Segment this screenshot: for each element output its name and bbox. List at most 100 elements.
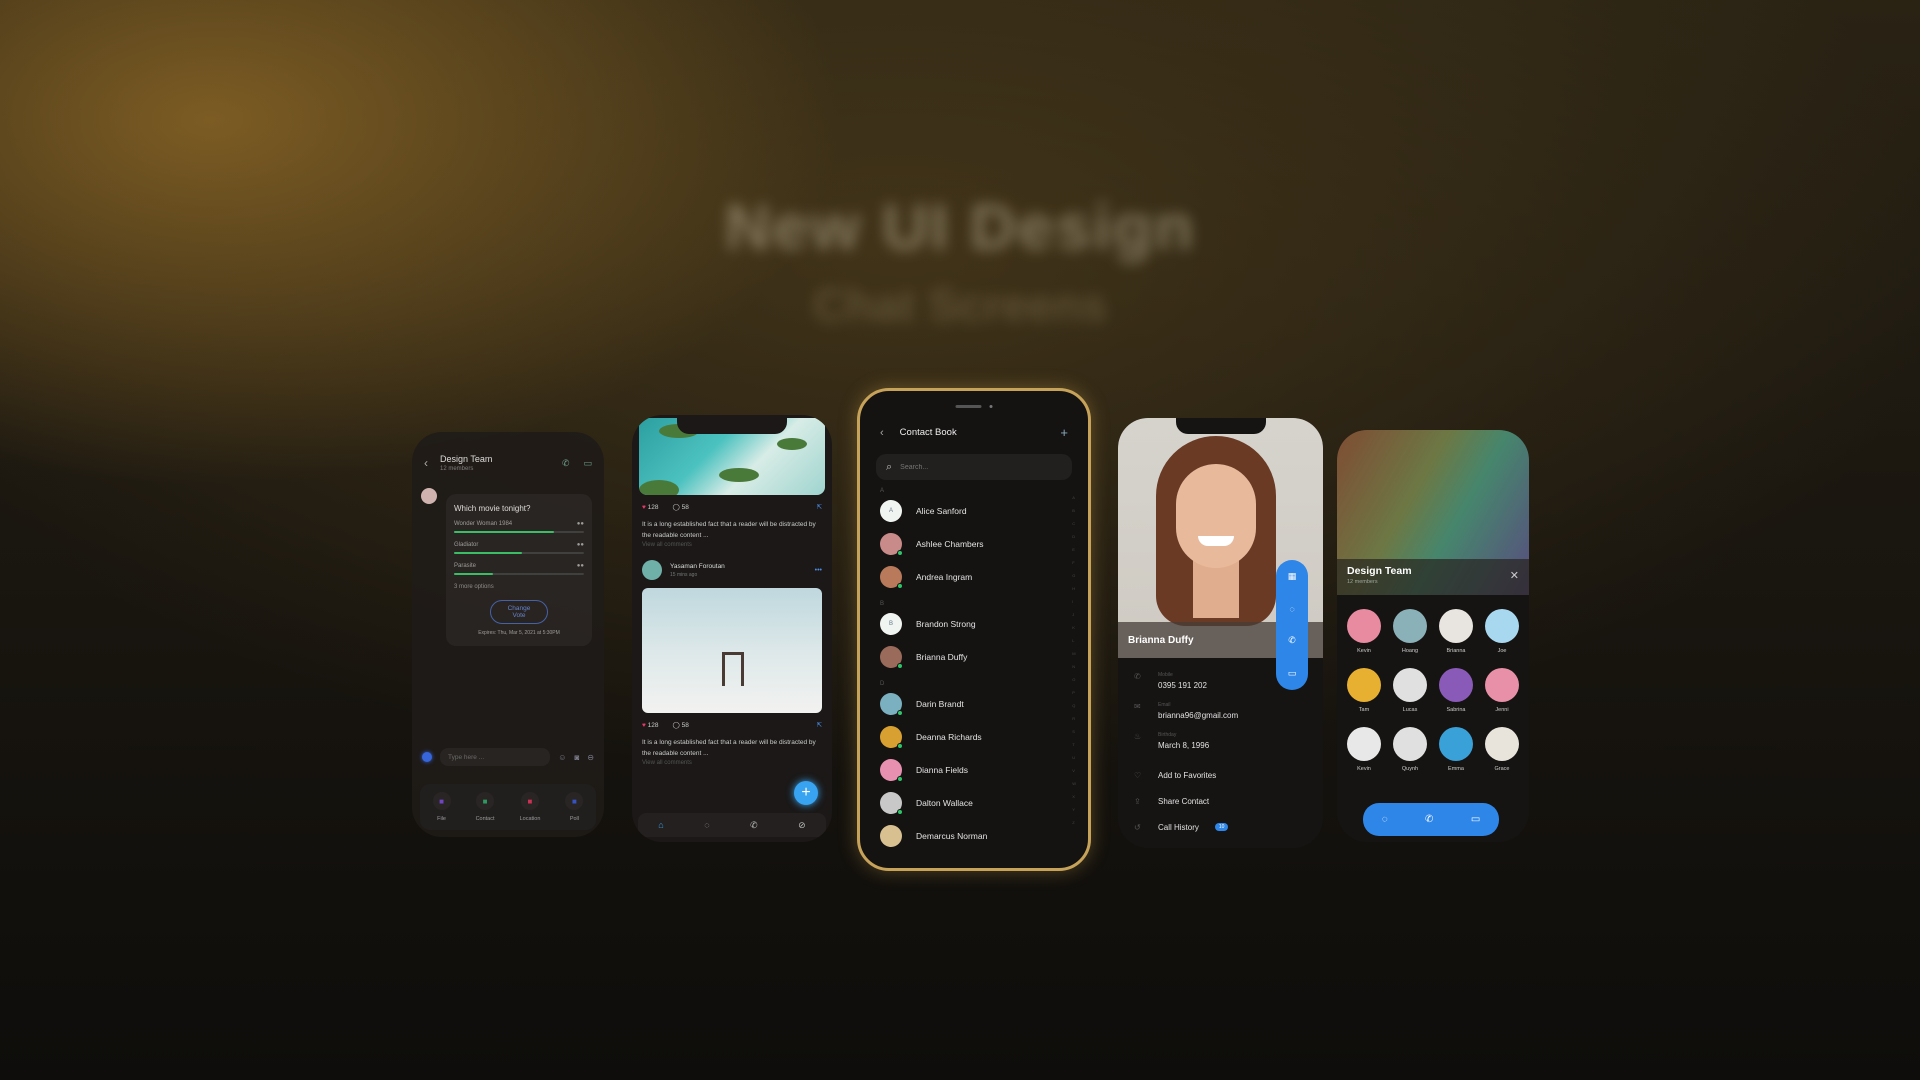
- team-member[interactable]: Grace: [1479, 727, 1525, 772]
- calendar-icon[interactable]: ▦: [1288, 571, 1297, 582]
- profile-action[interactable]: ⇪ Share Contact: [1118, 788, 1323, 814]
- alphabet-letter[interactable]: G: [1072, 573, 1076, 578]
- more-icon[interactable]: ⊖: [587, 753, 594, 762]
- alphabet-letter[interactable]: F: [1072, 560, 1076, 565]
- add-contact-button[interactable]: +: [1060, 425, 1068, 440]
- alphabet-letter[interactable]: E: [1072, 547, 1076, 552]
- attach-contact-button[interactable]: ■ Contact: [476, 792, 495, 822]
- alphabet-letter[interactable]: V: [1072, 768, 1076, 773]
- profile-action[interactable]: ♡ Add to Favorites: [1118, 762, 1323, 788]
- video-icon[interactable]: ▭: [1471, 814, 1480, 825]
- view-comments-link[interactable]: View all comments: [632, 541, 832, 548]
- contact-item[interactable]: Demarcus Norman: [860, 819, 1088, 852]
- alphabet-letter[interactable]: K: [1072, 625, 1076, 630]
- post-image-islands[interactable]: [639, 418, 825, 495]
- video-icon[interactable]: ▭: [583, 458, 592, 469]
- alphabet-letter[interactable]: R: [1072, 716, 1076, 721]
- like-button[interactable]: ♥ 128: [642, 722, 659, 729]
- comment-button[interactable]: ◯ 58: [673, 503, 689, 511]
- alphabet-letter[interactable]: P: [1072, 690, 1076, 695]
- phone-icon[interactable]: ✆: [1288, 635, 1296, 646]
- alphabet-letter[interactable]: Z: [1072, 820, 1076, 825]
- team-member[interactable]: Kevin: [1341, 727, 1387, 772]
- alphabet-letter[interactable]: H: [1072, 586, 1076, 591]
- message-input[interactable]: [440, 748, 551, 766]
- alphabet-letter[interactable]: U: [1072, 755, 1076, 760]
- home-icon[interactable]: ⌂: [658, 820, 663, 830]
- alphabet-letter[interactable]: O: [1072, 677, 1076, 682]
- alphabet-index[interactable]: A B C D E F G H I J K L M N O P Q R S T U V W X Y Z: [1072, 495, 1076, 825]
- comment-button[interactable]: ◯ 58: [673, 721, 689, 729]
- share-icon[interactable]: ⇱: [817, 721, 822, 729]
- phone-icon[interactable]: ✆: [562, 458, 570, 469]
- chat-icon[interactable]: ◌: [1289, 604, 1294, 614]
- poll-option[interactable]: Gladiator ●●: [454, 542, 584, 554]
- attach-location-button[interactable]: ■ Location: [520, 792, 540, 822]
- avatar: [880, 645, 903, 669]
- alphabet-letter[interactable]: B: [1072, 508, 1076, 513]
- alphabet-letter[interactable]: J: [1072, 612, 1076, 617]
- alphabet-letter[interactable]: L: [1072, 638, 1076, 643]
- contact-item[interactable]: Dianna Fields: [860, 753, 1088, 786]
- more-options-link[interactable]: 3 more options: [454, 584, 584, 590]
- attach-poll-button[interactable]: ■ Poll: [565, 792, 584, 822]
- view-comments-link[interactable]: View all comments: [632, 759, 832, 766]
- more-icon[interactable]: •••: [815, 567, 822, 574]
- team-member[interactable]: Hoang: [1387, 609, 1433, 654]
- alphabet-letter[interactable]: Y: [1072, 807, 1076, 812]
- search-input[interactable]: [900, 463, 1062, 471]
- alphabet-letter[interactable]: A: [1072, 495, 1076, 500]
- alphabet-letter[interactable]: N: [1072, 664, 1076, 669]
- change-vote-button[interactable]: Change Vote: [490, 600, 548, 624]
- alphabet-letter[interactable]: X: [1072, 794, 1076, 799]
- phone-icon[interactable]: ✆: [1425, 814, 1433, 825]
- team-member[interactable]: Kevin: [1341, 609, 1387, 654]
- contact-item[interactable]: Dalton Wallace: [860, 786, 1088, 819]
- emoji-icon[interactable]: ☺: [558, 753, 566, 762]
- contact-item[interactable]: Andrea Ingram: [860, 560, 1088, 593]
- compass-icon[interactable]: ⊘: [798, 820, 806, 831]
- alphabet-letter[interactable]: C: [1072, 521, 1076, 526]
- alphabet-letter[interactable]: Q: [1072, 703, 1076, 708]
- alphabet-letter[interactable]: M: [1072, 651, 1076, 656]
- team-member[interactable]: Brianna: [1433, 609, 1479, 654]
- add-icon[interactable]: [422, 752, 432, 762]
- team-member[interactable]: Jenni: [1479, 668, 1525, 713]
- like-button[interactable]: ♥ 128: [642, 504, 659, 511]
- team-member[interactable]: Emma: [1433, 727, 1479, 772]
- post-image-bridge[interactable]: [642, 588, 822, 714]
- team-member[interactable]: Quynh: [1387, 727, 1433, 772]
- contact-item[interactable]: Darin Brandt: [860, 687, 1088, 720]
- alphabet-letter[interactable]: S: [1072, 729, 1076, 734]
- avatar[interactable]: [642, 560, 662, 581]
- attach-file-button[interactable]: ■ File: [432, 792, 451, 822]
- alphabet-letter[interactable]: T: [1072, 742, 1076, 747]
- contact-item[interactable]: Brianna Duffy: [860, 640, 1088, 673]
- share-icon[interactable]: ⇱: [817, 503, 822, 511]
- contact-item[interactable]: Deanna Richards: [860, 720, 1088, 753]
- video-icon[interactable]: ▭: [1288, 668, 1297, 679]
- chat-icon[interactable]: ◌: [704, 820, 709, 830]
- alphabet-letter[interactable]: I: [1072, 599, 1076, 604]
- alphabet-letter[interactable]: W: [1072, 781, 1076, 786]
- team-member[interactable]: Sabrina: [1433, 668, 1479, 713]
- contact-item[interactable]: A Alice Sanford: [860, 494, 1088, 527]
- chat-icon[interactable]: ◌: [1382, 814, 1388, 825]
- share-icon: ⇪: [1134, 796, 1141, 806]
- alphabet-letter[interactable]: D: [1072, 534, 1076, 539]
- phone-icon[interactable]: ✆: [750, 820, 758, 831]
- poll-option[interactable]: Parasite ●●: [454, 563, 584, 575]
- back-icon[interactable]: ‹: [880, 427, 884, 439]
- team-member[interactable]: Joe: [1479, 609, 1525, 654]
- team-member[interactable]: Tam: [1341, 668, 1387, 713]
- camera-icon[interactable]: ◙: [574, 753, 579, 762]
- profile-action[interactable]: ↺ Call History 10: [1118, 814, 1323, 840]
- back-icon[interactable]: ‹: [424, 456, 428, 470]
- poll-option[interactable]: Wonder Woman 1984 ●●: [454, 521, 584, 533]
- hero-title-block: New UI Design Chat Screens: [0, 190, 1920, 332]
- contact-item[interactable]: Ashlee Chambers: [860, 527, 1088, 560]
- contact-item[interactable]: B Brandon Strong: [860, 607, 1088, 640]
- add-post-button[interactable]: +: [794, 781, 818, 805]
- close-icon[interactable]: ✕: [1510, 569, 1519, 582]
- team-member[interactable]: Lucas: [1387, 668, 1433, 713]
